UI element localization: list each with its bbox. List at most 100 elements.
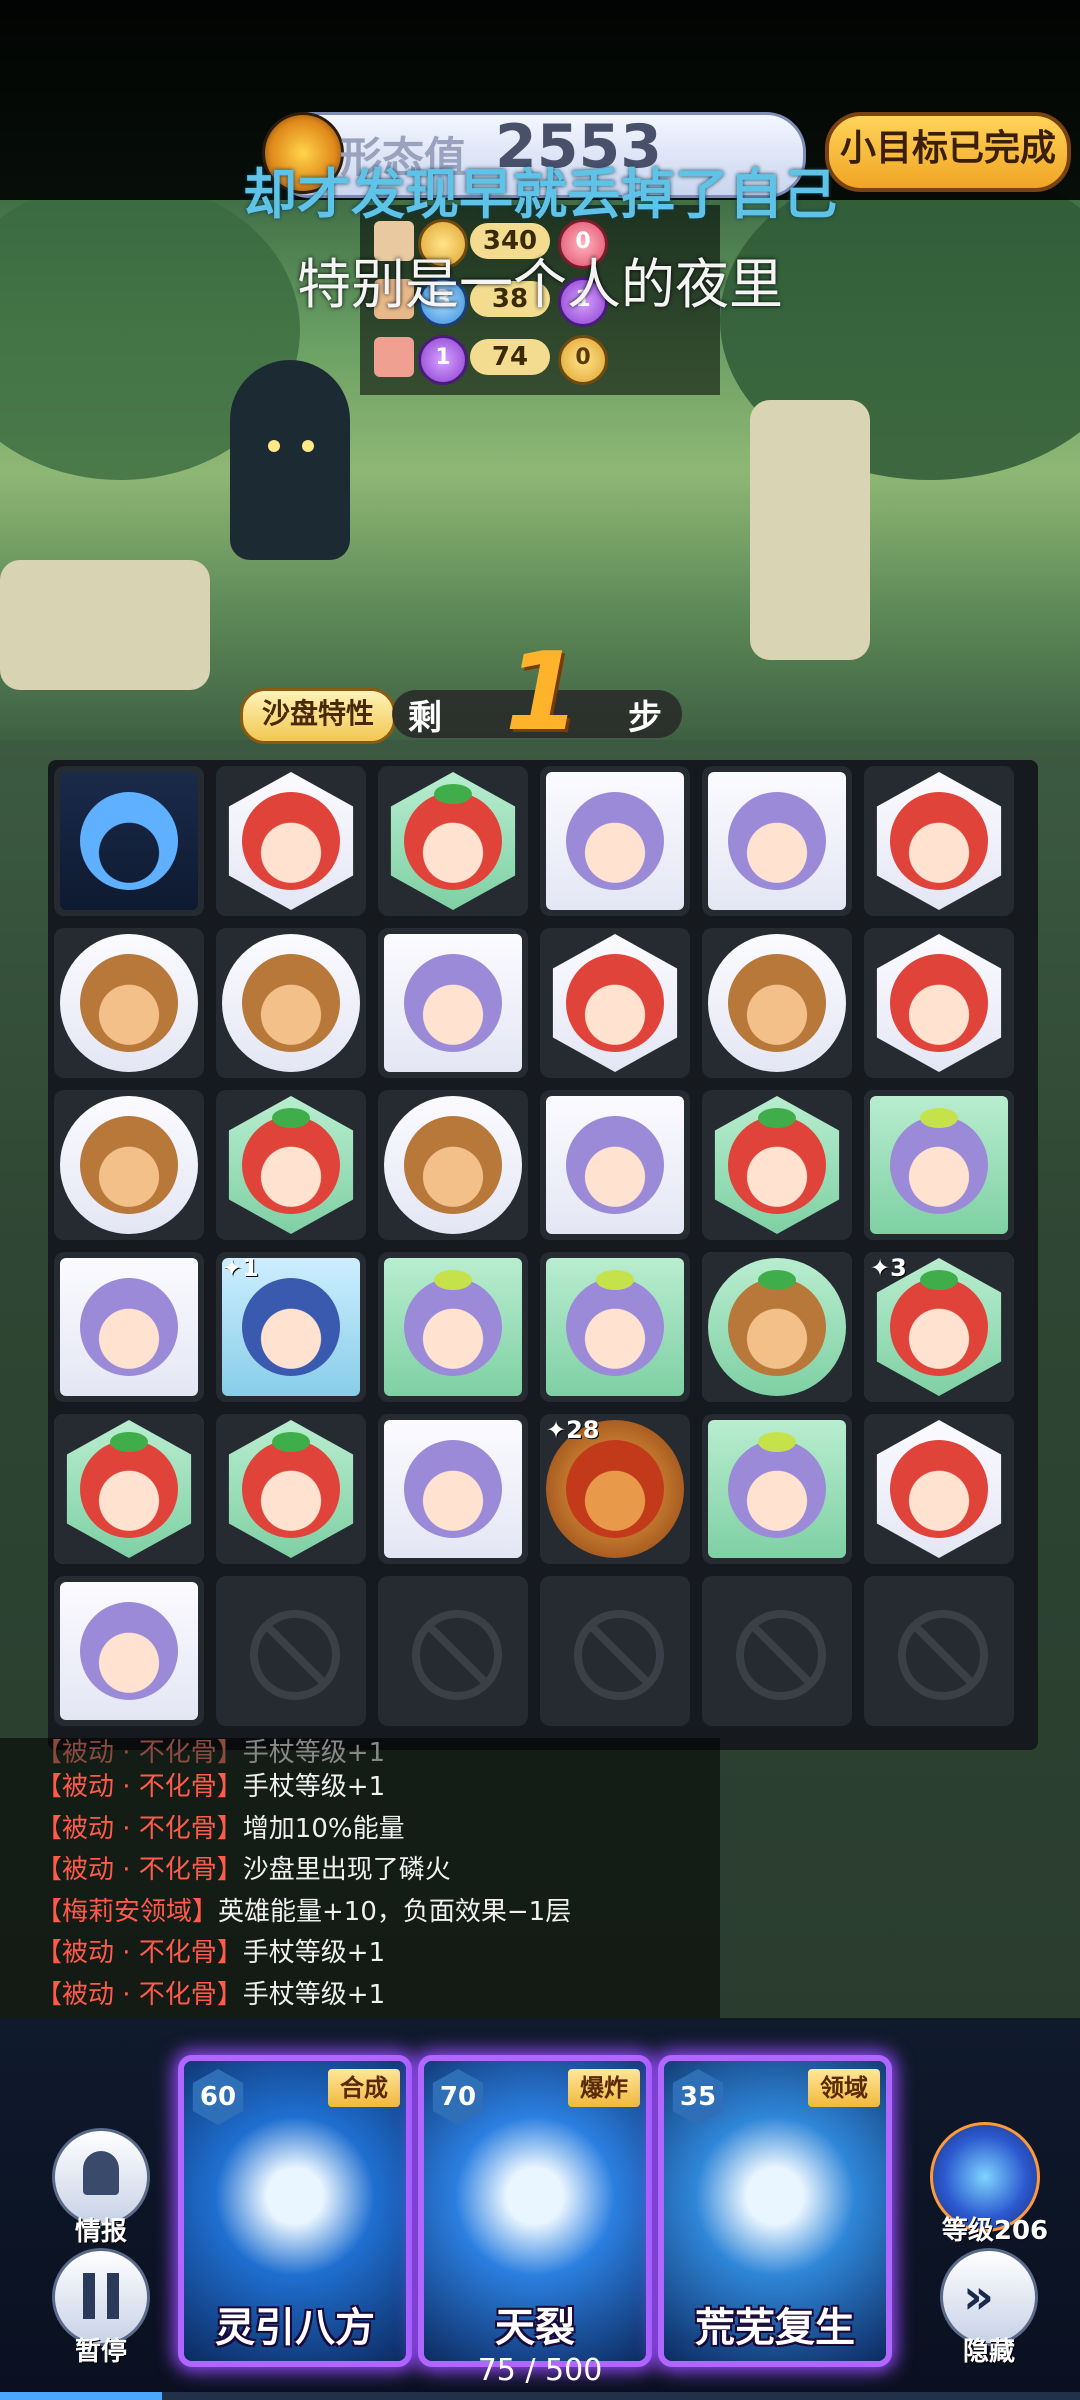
board-cell[interactable]: ✦28	[540, 1414, 690, 1564]
skill-card[interactable]: 60 合成 灵引八方	[178, 2055, 412, 2367]
log-text: 沙盘里出现了磷火	[242, 1855, 451, 1885]
board-cell[interactable]	[216, 1414, 366, 1564]
log-line-partial: 【被动 · 不化骨】手杖等级+1	[36, 1738, 386, 1768]
skill-type-tag: 爆炸	[568, 2069, 640, 2107]
purple-face-icon	[80, 1278, 178, 1376]
board-cell[interactable]	[54, 1252, 204, 1402]
board-cell[interactable]	[540, 928, 690, 1078]
board-cell[interactable]	[864, 928, 1014, 1078]
flower-icon	[596, 1270, 634, 1290]
board-cell[interactable]	[216, 928, 366, 1078]
lyric-line-1: 却才发现早就丢掉了自己	[243, 163, 837, 226]
log-text: 英雄能量+10，负面效果−1层	[218, 1896, 572, 1927]
board-cell[interactable]	[864, 766, 1014, 916]
board-cell[interactable]: ✦3	[864, 1252, 1014, 1402]
game-scene: 形态值 2553 小目标已完成 340 0 3 38 1 1 74 0 却才发现…	[0, 0, 1080, 2400]
progress-fill	[0, 2392, 162, 2400]
skill-card[interactable]: 35 领域 荒芜复生	[658, 2055, 892, 2367]
board-cell[interactable]	[540, 766, 690, 916]
purpleflower-face-icon	[404, 1278, 502, 1376]
flower-icon	[758, 1432, 796, 1452]
creature-eye-right	[302, 440, 314, 452]
blocked-icon	[574, 1610, 664, 1700]
log-line: 【被动 · 不化骨】增加10%能量	[36, 1808, 405, 1845]
leaf-icon	[272, 1432, 310, 1452]
tile-level-badge: ✦1	[222, 1254, 259, 1282]
hero-portrait	[374, 337, 414, 377]
hide-button[interactable]: » 隐藏	[940, 2248, 1038, 2367]
board-cell[interactable]	[54, 928, 204, 1078]
board-cell[interactable]	[702, 1090, 852, 1240]
leaf-icon	[920, 1270, 958, 1290]
battle-log: 【被动 · 不化骨】手杖等级+1 【被动 · 不化骨】手杖等级+1 【被动 · 不…	[0, 1738, 720, 2018]
creature-eye-left	[268, 440, 280, 452]
sandbox-feature-button[interactable]: 沙盘特性	[240, 688, 396, 744]
board-cell[interactable]	[216, 766, 366, 916]
skill-name: 天裂	[495, 2305, 575, 2351]
purpleflower-face-icon	[890, 1116, 988, 1214]
log-tag: 【被动 · 不化骨】	[36, 1813, 243, 1844]
board-cell[interactable]: ✦1	[216, 1252, 366, 1402]
board-cell[interactable]	[702, 1414, 852, 1564]
purpleflower-face-icon	[728, 1440, 826, 1538]
redgreen-face-icon	[890, 1278, 988, 1376]
board-cell[interactable]	[540, 1252, 690, 1402]
board-cell[interactable]	[378, 1414, 528, 1564]
tile-level-badge: ✦28	[546, 1416, 600, 1444]
board-cell[interactable]	[540, 1576, 690, 1726]
board-cell[interactable]	[54, 1414, 204, 1564]
board-cell[interactable]	[378, 1090, 528, 1240]
board-cell[interactable]	[54, 1576, 204, 1726]
monkey-face-icon	[80, 1116, 178, 1214]
redgreen-face-icon	[242, 1116, 340, 1214]
blocked-icon	[898, 1610, 988, 1700]
log-tag: 【被动 · 不化骨】	[36, 1979, 243, 2010]
blocked-icon	[736, 1610, 826, 1700]
log-tag: 【被动 · 不化骨】	[36, 1938, 243, 1968]
board-cell[interactable]	[216, 1576, 366, 1726]
pause-button[interactable]: 暂停	[52, 2248, 150, 2367]
board-cell[interactable]	[702, 766, 852, 916]
leaf-icon	[110, 1432, 148, 1452]
log-text: 手杖等级+1	[242, 1938, 386, 1968]
skill-name: 灵引八方	[215, 2305, 375, 2351]
purple-face-icon	[404, 954, 502, 1052]
log-line: 【被动 · 不化骨】沙盘里出现了磷火	[36, 1849, 451, 1886]
boss-face-icon	[566, 1440, 664, 1538]
log-tag: 【被动 · 不化骨】	[36, 1855, 243, 1885]
flower-icon	[920, 1108, 958, 1128]
log-line: 【被动 · 不化骨】手杖等级+1	[36, 1974, 385, 2011]
board-cell[interactable]	[864, 1576, 1014, 1726]
purple-face-icon	[566, 1116, 664, 1214]
intel-button[interactable]: 情报	[52, 2128, 150, 2247]
alarm-icon	[83, 2151, 119, 2195]
skill-card[interactable]: 70 爆炸 天裂	[418, 2055, 652, 2367]
purple-face-icon	[566, 792, 664, 890]
board-cell[interactable]	[540, 1090, 690, 1240]
board-cell[interactable]	[864, 1414, 1014, 1564]
stat-value: 74	[470, 339, 550, 375]
board-cell[interactable]	[864, 1090, 1014, 1240]
board-cell[interactable]	[216, 1090, 366, 1240]
board-cell[interactable]	[54, 1090, 204, 1240]
board-cell[interactable]	[378, 1576, 528, 1726]
lyric-line-2: 特别是一个人的夜里	[297, 253, 783, 316]
page-counter: 75 / 500	[477, 2353, 603, 2388]
board-cell[interactable]	[702, 1576, 852, 1726]
log-tag: 【被动 · 不化骨】	[36, 1772, 243, 1802]
skill-type-tag: 合成	[328, 2069, 400, 2107]
board-cell[interactable]	[378, 766, 528, 916]
board-cell[interactable]	[54, 766, 204, 916]
board-cell[interactable]	[702, 928, 852, 1078]
log-line: 【被动 · 不化骨】手杖等级+1	[36, 1766, 385, 1803]
board-cell[interactable]	[702, 1252, 852, 1402]
log-line: 【梅莉安领域】英雄能量+10，负面效果−1层	[36, 1891, 571, 1928]
board-cell[interactable]	[378, 928, 528, 1078]
redgreen-face-icon	[242, 1440, 340, 1538]
board-cell[interactable]	[378, 1252, 528, 1402]
purple-orb: 1	[418, 335, 468, 385]
leaf-icon	[758, 1108, 796, 1128]
redgreen-face-icon	[80, 1440, 178, 1538]
redgreen-face-icon	[404, 792, 502, 890]
purpleflower-face-icon	[566, 1278, 664, 1376]
